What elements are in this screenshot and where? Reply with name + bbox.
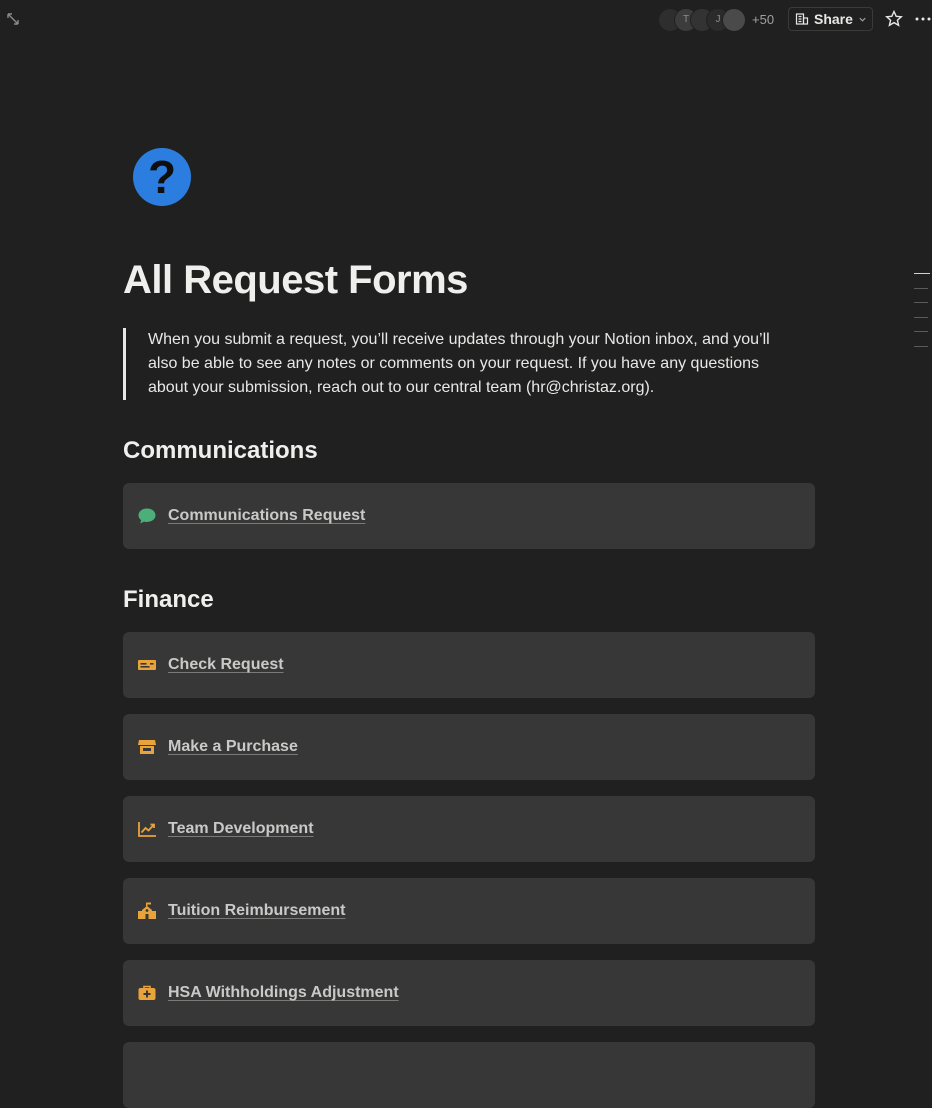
question-mark-icon[interactable]: ?: [133, 148, 191, 206]
form-link-check-request[interactable]: Check Request: [123, 632, 815, 698]
callout-quote: When you submit a request, you’ll receiv…: [123, 328, 803, 400]
form-link-team-development[interactable]: Team Development: [123, 796, 815, 862]
expand-icon[interactable]: [6, 12, 20, 26]
more-options-icon[interactable]: [914, 9, 932, 29]
medical-kit-icon: [138, 985, 156, 1000]
toc-line[interactable]: [914, 345, 928, 347]
collaborator-avatars[interactable]: T J: [658, 8, 750, 32]
top-bar: T J +50 Share: [0, 0, 932, 40]
form-link-label[interactable]: HSA Withholdings Adjustment: [168, 984, 399, 1002]
section-heading-finance: Finance: [123, 586, 214, 613]
table-of-contents-indicator[interactable]: [914, 273, 930, 360]
chevron-down-icon: [859, 17, 866, 22]
form-link-label[interactable]: Make a Purchase: [168, 738, 298, 756]
toc-line[interactable]: [914, 273, 930, 274]
page-title[interactable]: All Request Forms: [123, 258, 468, 303]
chat-bubble-icon: [138, 508, 156, 524]
form-link-hsa-withholdings-adjustment[interactable]: HSA Withholdings Adjustment: [123, 960, 815, 1026]
trend-chart-icon: [138, 822, 156, 837]
building-icon: [795, 13, 809, 25]
form-link-next[interactable]: [123, 1042, 815, 1108]
form-link-label[interactable]: Check Request: [168, 656, 284, 674]
share-label: Share: [814, 11, 853, 27]
check-ticket-icon: [138, 660, 156, 670]
storefront-icon: [138, 740, 156, 754]
toc-line[interactable]: [914, 331, 928, 332]
toc-line[interactable]: [914, 302, 928, 303]
form-link-tuition-reimbursement[interactable]: Tuition Reimbursement: [123, 878, 815, 944]
form-link-communications-request[interactable]: Communications Request: [123, 483, 815, 549]
form-link-label[interactable]: Communications Request: [168, 507, 365, 525]
avatar[interactable]: [722, 8, 746, 32]
more-collaborators-count[interactable]: +50: [752, 12, 774, 27]
star-icon[interactable]: [884, 9, 904, 29]
section-heading-communications: Communications: [123, 437, 318, 464]
form-link-label[interactable]: Team Development: [168, 820, 314, 838]
form-link-make-a-purchase[interactable]: Make a Purchase: [123, 714, 815, 780]
form-link-label[interactable]: Tuition Reimbursement: [168, 902, 346, 920]
toc-line[interactable]: [914, 316, 928, 318]
share-button[interactable]: Share: [788, 7, 873, 31]
toc-line[interactable]: [914, 287, 928, 289]
school-building-icon: [138, 902, 156, 919]
